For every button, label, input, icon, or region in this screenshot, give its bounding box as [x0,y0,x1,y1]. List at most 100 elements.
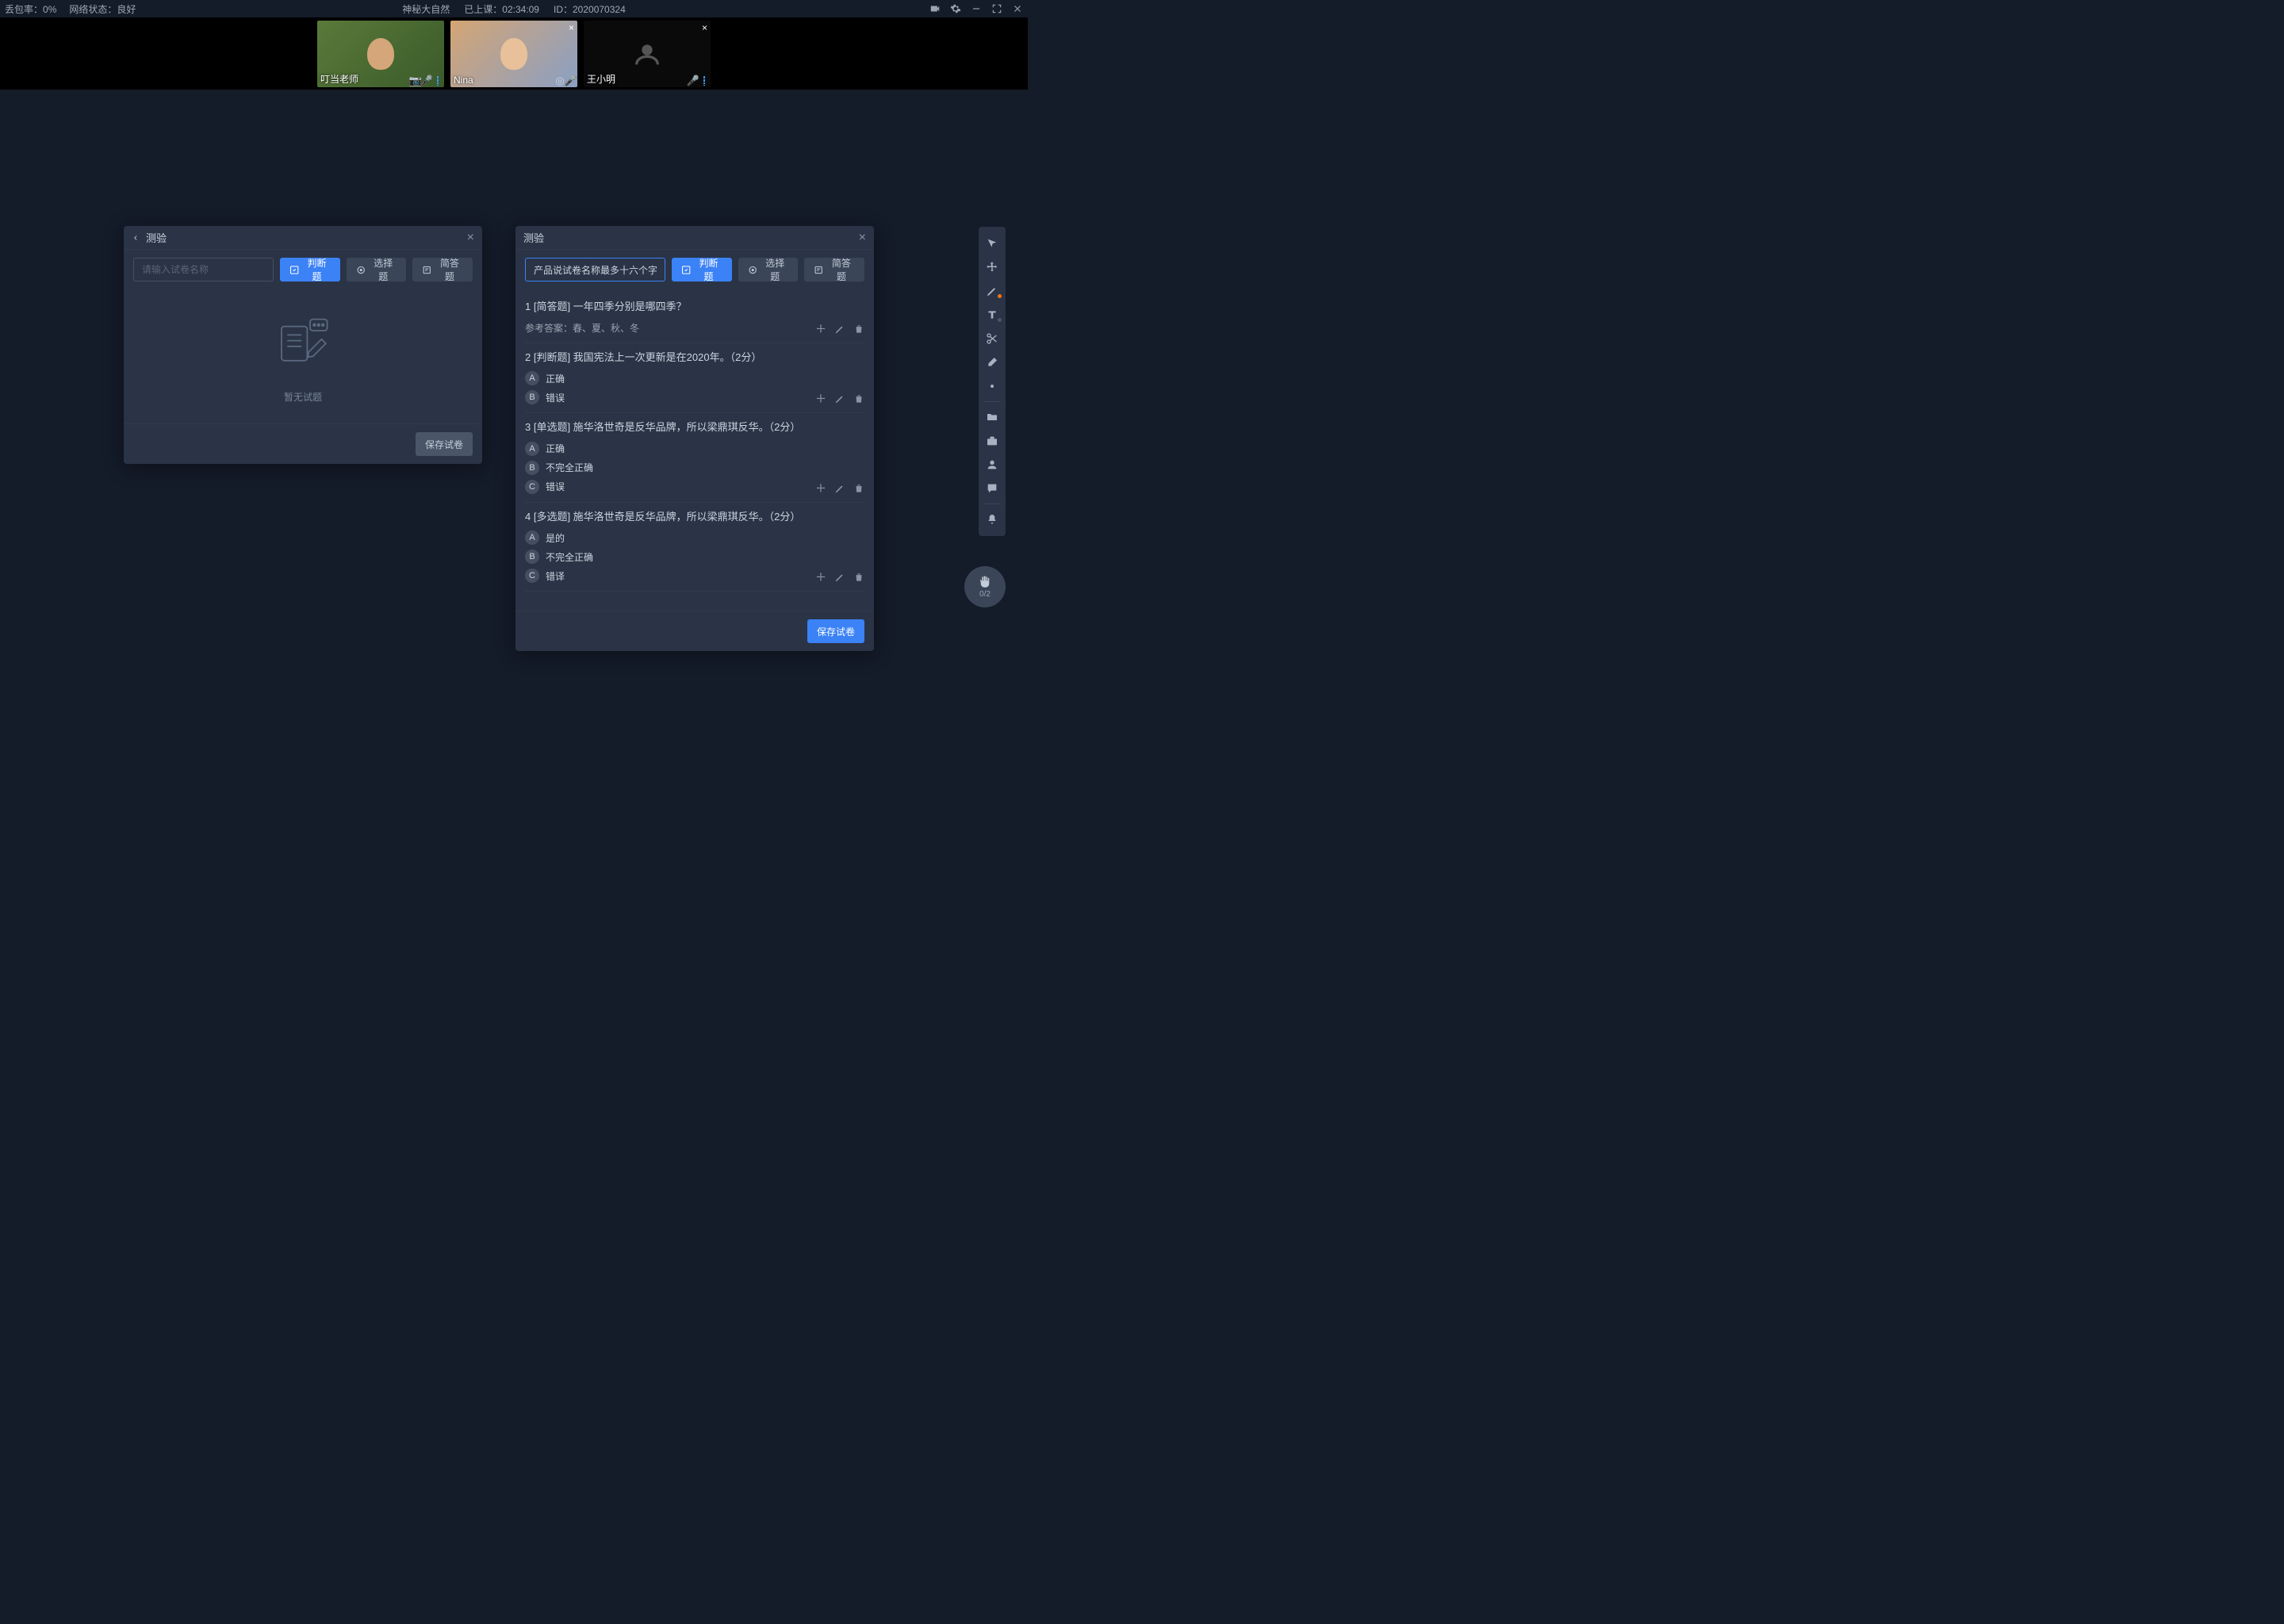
option-text: 错误 [546,391,565,404]
pen-tool[interactable] [979,279,1006,303]
question-option[interactable]: A 正确 [525,442,864,456]
delete-icon[interactable] [853,324,864,335]
delete-icon[interactable] [853,483,864,494]
mic-icon: 🎤 [422,76,431,86]
question-item: 3 [单选题] 施华洛世奇是反华品牌，所以梁鼎琪反华。（2分） A 正确 B 不完全正确… [525,413,864,503]
option-text: 错误 [546,480,565,493]
edit-icon[interactable] [834,324,845,335]
option-letter: C [525,569,539,583]
paper-name-input[interactable] [525,258,665,282]
packet-loss: 丢包率：0% [5,2,56,16]
choice-button[interactable]: 选择题 [347,258,407,282]
short-answer-button[interactable]: 简答题 [412,258,473,282]
option-text: 是的 [546,531,565,545]
move-icon[interactable] [815,393,826,404]
move-icon[interactable] [815,324,826,335]
question-answer: 参考答案：春、夏、秋、冬 [525,321,864,335]
signal-icon [433,76,443,86]
mic-icon: 🎤 [566,76,576,86]
network-status: 网络状态：良好 [69,2,136,16]
option-letter: B [525,461,539,475]
folder-tool[interactable] [979,405,1006,429]
user-tool[interactable] [979,453,1006,477]
fullscreen-icon[interactable] [991,3,1002,14]
question-item: 2 [判断题] 我国宪法上一次更新是在2020年。（2分） A 正确 B 错误 [525,343,864,414]
question-option[interactable]: C 错译 [525,569,864,583]
close-icon[interactable] [1012,3,1023,14]
participant-name: Nina [454,75,473,86]
text-tool[interactable] [979,303,1006,327]
video-tile[interactable]: × 王小明 🎤 [584,21,711,87]
toolbox-tool[interactable] [979,429,1006,453]
question-option[interactable]: A 正确 [525,371,864,385]
back-button[interactable] [132,234,140,242]
question-option[interactable]: B 不完全正确 [525,461,864,475]
close-icon[interactable]: × [859,231,866,245]
camera-off-icon [631,38,663,70]
judge-button[interactable]: 判断题 [672,258,732,282]
option-letter: A [525,530,539,545]
video-tile[interactable]: × Nina ◎🎤 [450,21,577,87]
move-tool[interactable] [979,255,1006,279]
close-icon[interactable]: × [467,231,474,245]
option-letter: C [525,480,539,494]
panel-title: 测验 [146,230,167,245]
mic-muted-icon: 🎤 [688,76,698,86]
question-list[interactable]: 1 [简答题] 一年四季分别是哪四季？ 参考答案：春、夏、秋、冬 2 [判断题] 我… [515,289,874,611]
option-letter: B [525,550,539,564]
save-button[interactable]: 保存试卷 [416,432,473,456]
short-answer-button[interactable]: 简答题 [804,258,864,282]
video-tile[interactable]: 叮当老师 📷🎤 [317,21,444,87]
option-text: 错译 [546,569,565,583]
record-icon[interactable] [929,3,941,14]
scissors-tool[interactable] [979,327,1006,350]
move-icon[interactable] [815,483,826,494]
question-option[interactable]: A 是的 [525,530,864,545]
quiz-panel-filled: 测验 × 判断题 选择题 简答题 1 [简答题] 一年四季分别是哪四季？ 参考答案… [515,226,874,651]
minimize-icon[interactable] [971,3,982,14]
signal-icon [699,76,709,86]
panel-title: 测验 [523,230,544,245]
edit-icon[interactable] [834,483,845,494]
session-id: ID：2020070324 [554,2,626,16]
bell-tool[interactable] [979,508,1006,531]
eraser-tool[interactable] [979,350,1006,374]
delete-icon[interactable] [853,572,864,583]
save-button[interactable]: 保存试卷 [807,619,864,643]
option-text: 正确 [546,372,565,385]
quiz-panel-empty: 测验 × 判断题 选择题 简答题 暂无试题 保存试卷 [124,226,482,464]
option-text: 正确 [546,442,565,455]
tile-close-icon[interactable]: × [702,22,707,33]
camera-icon: ◎ [555,76,565,86]
choice-button[interactable]: 选择题 [738,258,799,282]
camera-icon: 📷 [411,76,420,86]
raise-hand-badge[interactable]: 0/2 [964,566,1006,607]
top-bar: 丢包率：0% 网络状态：良好 神秘大自然 已上课：02:34:09 ID：202… [0,0,1028,17]
drawing-toolbar [979,227,1006,536]
question-option[interactable]: B 错误 [525,390,864,404]
empty-text: 暂无试题 [284,390,322,404]
question-option[interactable]: C 错误 [525,480,864,494]
hand-icon [978,575,992,589]
gear-icon[interactable] [950,3,961,14]
edit-icon[interactable] [834,393,845,404]
paper-name-input[interactable] [133,258,274,282]
edit-icon[interactable] [834,572,845,583]
option-letter: B [525,390,539,404]
question-option[interactable]: B 不完全正确 [525,550,864,564]
empty-illustration-icon [267,309,339,381]
chat-tool[interactable] [979,477,1006,500]
question-title: 3 [单选题] 施华洛世奇是反华品牌，所以梁鼎琪反华。（2分） [525,419,864,435]
question-title: 2 [判断题] 我国宪法上一次更新是在2020年。（2分） [525,350,864,366]
option-text: 不完全正确 [546,550,593,564]
option-letter: A [525,442,539,456]
judge-button[interactable]: 判断题 [280,258,340,282]
question-title: 1 [简答题] 一年四季分别是哪四季？ [525,299,864,315]
delete-icon[interactable] [853,393,864,404]
pointer-tool[interactable] [979,232,1006,255]
option-letter: A [525,371,539,385]
move-icon[interactable] [815,572,826,583]
laser-tool[interactable] [979,374,1006,398]
option-text: 不完全正确 [546,461,593,474]
question-item: 4 [多选题] 施华洛世奇是反华品牌，所以梁鼎琪反华。（2分）A是的B不完全正确… [525,503,864,592]
